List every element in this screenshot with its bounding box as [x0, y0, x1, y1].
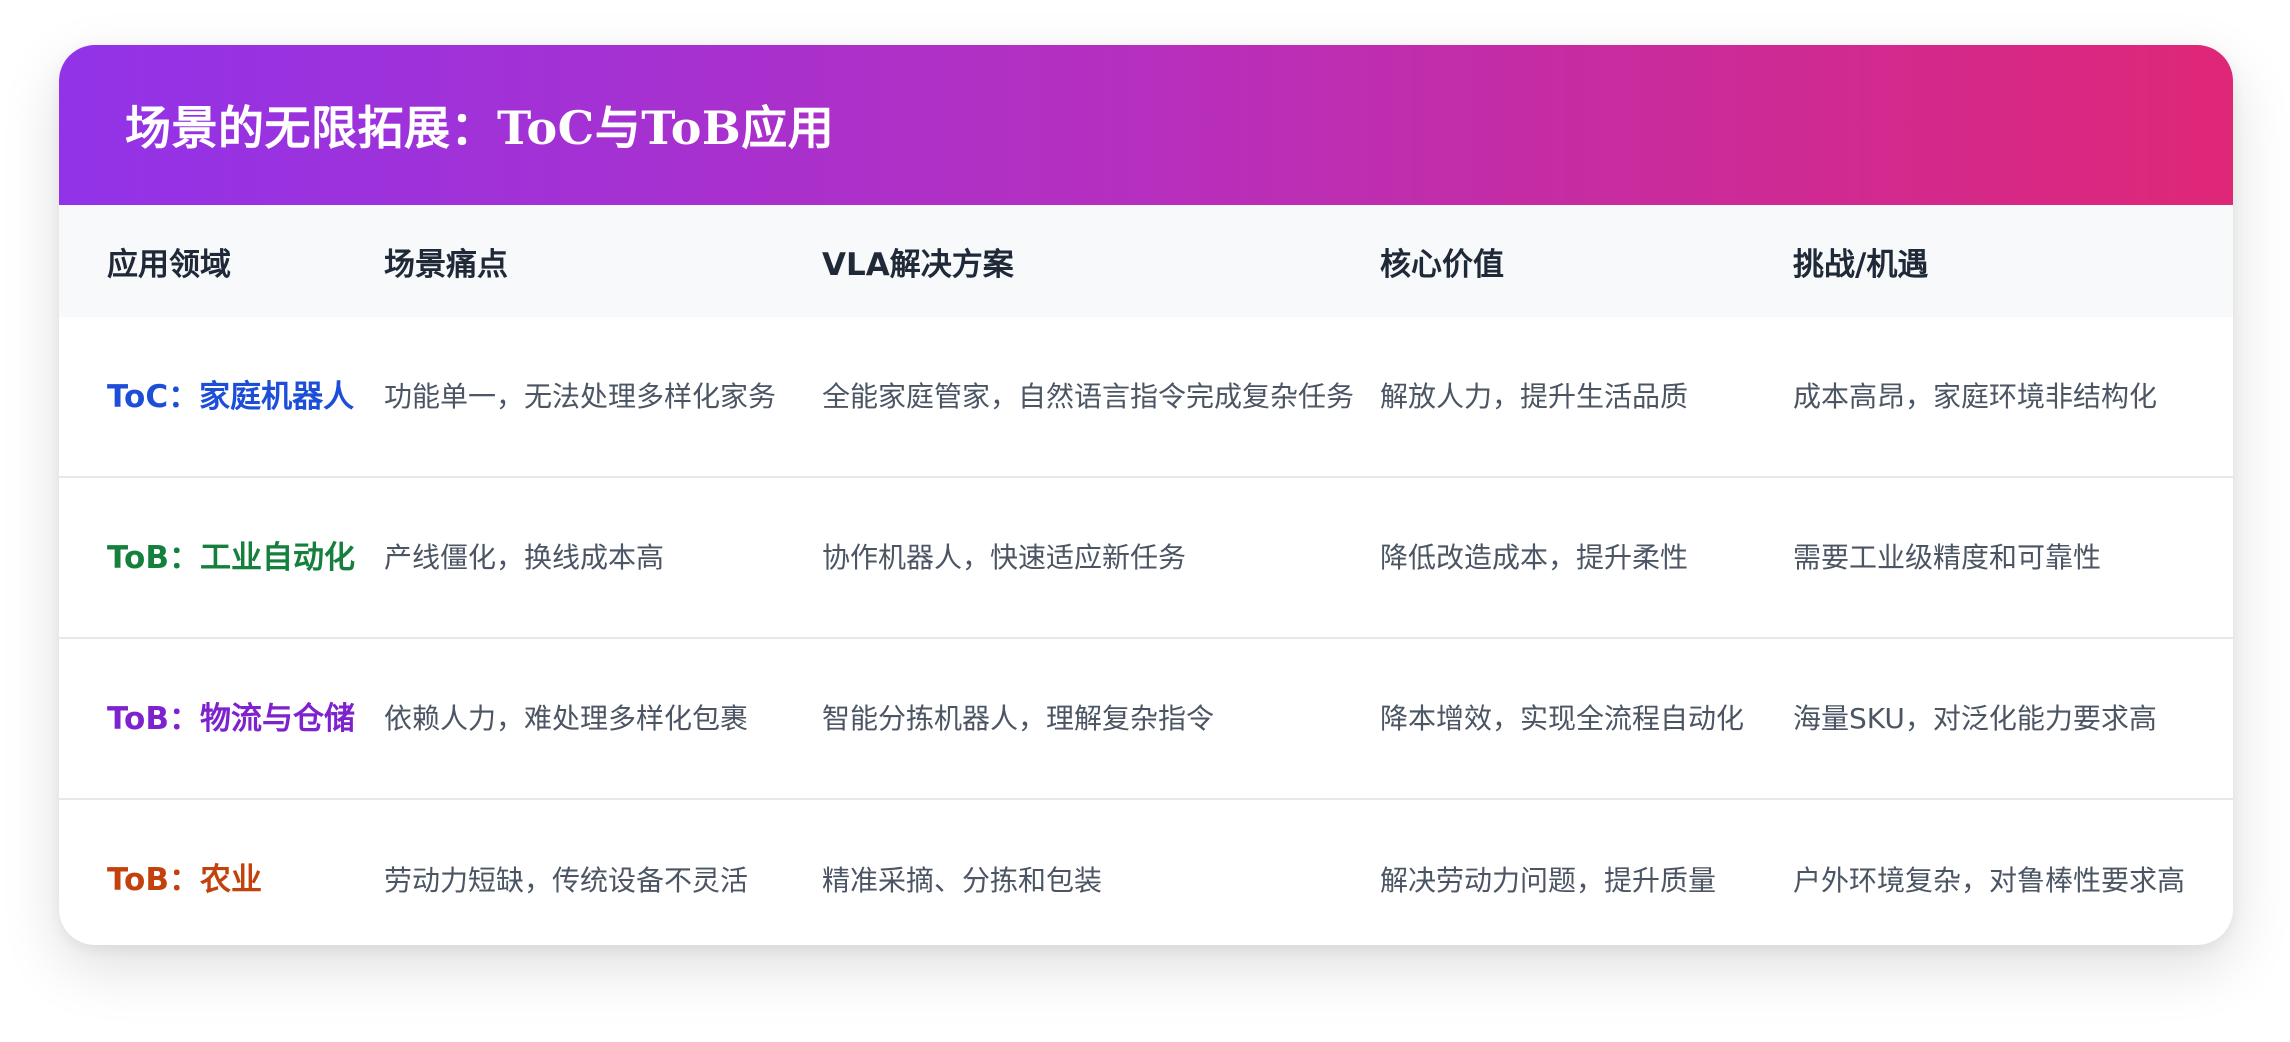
table-row: ToC：家庭机器人 功能单一，无法处理多样化家务 全能家庭管家，自然语言指令完成…	[59, 317, 2233, 477]
page-title: 场景的无限拓展：ToC与ToB应用	[125, 101, 835, 155]
header-domain: 应用领域	[107, 246, 231, 283]
row-solution: 全能家庭管家，自然语言指令完成复杂任务	[822, 380, 1355, 413]
application-table-card: 场景的无限拓展：ToC与ToB应用 应用领域 场景痛点 VLA解决方案 核心价值…	[59, 45, 2233, 945]
header-pain-point: 场景痛点	[384, 246, 508, 283]
row-pain-point: 劳动力短缺，传统设备不灵活	[384, 863, 749, 897]
header-solution: VLA解决方案	[822, 246, 1014, 283]
row-challenge: 海量SKU，对泛化能力要求高	[1793, 702, 2157, 735]
row-core-value: 解放人力，提升生活品质	[1380, 380, 1689, 413]
row-challenge: 成本高昂，家庭环境非结构化	[1793, 380, 2158, 413]
row-solution: 智能分拣机器人，理解复杂指令	[822, 702, 1215, 735]
row-core-value: 降低改造成本，提升柔性	[1380, 541, 1689, 574]
row-domain: ToB：农业	[107, 862, 262, 898]
row-core-value: 降本增效，实现全流程自动化	[1380, 702, 1745, 735]
card-header: 场景的无限拓展：ToC与ToB应用	[59, 45, 2233, 205]
row-challenge: 户外环境复杂，对鲁棒性要求高	[1793, 863, 2186, 897]
table-row: ToB：农业 劳动力短缺，传统设备不灵活 精准采摘、分拣和包装 解决劳动力问题，…	[59, 799, 2233, 945]
row-core-value: 解决劳动力问题，提升质量	[1380, 863, 1717, 897]
row-challenge: 需要工业级精度和可靠性	[1793, 541, 2102, 574]
row-solution: 精准采摘、分拣和包装	[822, 863, 1103, 897]
table-header-row: 应用领域 场景痛点 VLA解决方案 核心价值 挑战/机遇	[59, 205, 2233, 317]
row-pain-point: 依赖人力，难处理多样化包裹	[384, 702, 749, 735]
row-pain-point: 功能单一，无法处理多样化家务	[384, 380, 777, 413]
row-pain-point: 产线僵化，换线成本高	[384, 541, 665, 574]
row-domain: ToB：物流与仓储	[107, 700, 355, 737]
table-row: ToB：物流与仓储 依赖人力，难处理多样化包裹 智能分拣机器人，理解复杂指令 降…	[59, 638, 2233, 799]
application-table: 应用领域 场景痛点 VLA解决方案 核心价值 挑战/机遇 ToC：家庭机器人 功…	[59, 205, 2233, 945]
header-challenge: 挑战/机遇	[1793, 246, 1929, 283]
row-domain: ToC：家庭机器人	[107, 378, 355, 415]
table-row: ToB：工业自动化 产线僵化，换线成本高 协作机器人，快速适应新任务 降低改造成…	[59, 477, 2233, 638]
header-core-value: 核心价值	[1380, 246, 1504, 283]
row-domain: ToB：工业自动化	[107, 539, 355, 576]
row-solution: 协作机器人，快速适应新任务	[822, 541, 1187, 574]
